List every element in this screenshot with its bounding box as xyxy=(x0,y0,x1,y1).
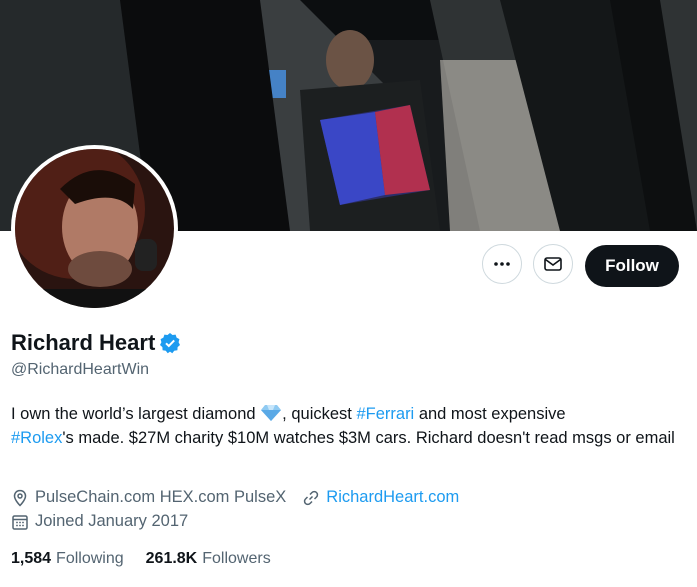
link-icon xyxy=(304,490,319,505)
hashtag-link[interactable]: #Ferrari xyxy=(356,405,414,423)
bio-text: , quickest xyxy=(282,405,357,423)
joined-date: Joined January 2017 xyxy=(35,512,189,530)
verified-icon xyxy=(160,333,181,354)
bio-text: and most expensive xyxy=(414,405,566,423)
handle: @RichardHeartWin xyxy=(11,361,150,378)
profile-meta-row: PulseChain.com HEX.com PulseX RichardHea… xyxy=(11,488,459,507)
diamond-icon xyxy=(261,405,282,421)
display-name: Richard Heart xyxy=(11,330,156,355)
followers-link[interactable]: 261.8K Followers xyxy=(146,550,271,568)
following-label: Following xyxy=(56,550,124,567)
following-link[interactable]: 1,584 Following xyxy=(11,550,124,568)
following-count: 1,584 xyxy=(11,550,52,567)
bio-text: I own the world’s largest diamond xyxy=(11,405,261,423)
bio-text: 's made. $27M charity $10M watches $3M c… xyxy=(62,429,675,447)
location-icon xyxy=(13,489,27,507)
profile-meta-row: Joined January 2017 xyxy=(11,512,188,531)
more-button[interactable] xyxy=(482,244,522,284)
more-icon xyxy=(494,262,510,266)
bio: I own the world’s largest diamond , quic… xyxy=(11,402,681,450)
follow-button[interactable]: Follow xyxy=(585,245,679,287)
avatar-photo xyxy=(15,149,174,308)
followers-label: Followers xyxy=(202,550,271,567)
calendar-icon xyxy=(12,514,28,530)
message-button[interactable] xyxy=(533,244,573,284)
followers-count: 261.8K xyxy=(145,550,198,567)
location-text: PulseChain.com HEX.com PulseX xyxy=(35,488,287,506)
follow-stats: 1,584 Following 261.8K Followers xyxy=(11,550,293,568)
hashtag-link[interactable]: #Rolex xyxy=(11,429,62,447)
mail-icon xyxy=(544,257,562,271)
name-row: Richard Heart xyxy=(11,330,181,356)
website-link[interactable]: RichardHeart.com xyxy=(326,488,459,507)
avatar[interactable] xyxy=(11,145,178,312)
